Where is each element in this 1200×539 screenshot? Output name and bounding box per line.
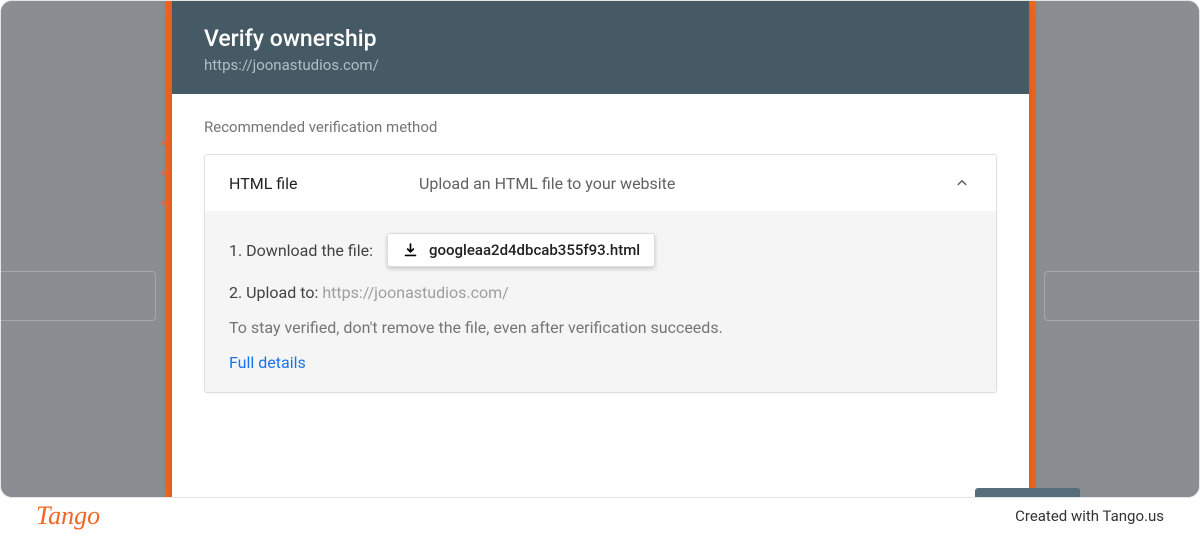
tango-footer: Tango Created with Tango.us xyxy=(0,498,1200,539)
step-2-row: 2. Upload to: https://joonastudios.com/ xyxy=(229,283,972,302)
download-file-name: googleaa2d4dbcab355f93.html xyxy=(429,241,640,259)
method-content: 1. Download the file: googleaa2d4dbcab35… xyxy=(205,211,996,392)
background-left xyxy=(1,1,165,497)
step-1-label: 1. Download the file: xyxy=(229,241,373,260)
upload-url: https://joonastudios.com/ xyxy=(322,283,508,302)
verify-ownership-dialog: Verify ownership https://joonastudios.co… xyxy=(172,1,1029,497)
dialog-body: Recommended verification method HTML fil… xyxy=(172,94,1029,417)
background-box-right xyxy=(1044,271,1199,321)
verification-note: To stay verified, don't remove the file,… xyxy=(229,318,972,337)
step-2-label: 2. Upload to: xyxy=(229,283,318,302)
background-right xyxy=(1035,1,1199,497)
method-description: Upload an HTML file to your website xyxy=(419,174,952,193)
method-title: HTML file xyxy=(229,174,419,193)
dialog-header: Verify ownership https://joonastudios.co… xyxy=(172,1,1029,94)
highlight-border-right xyxy=(1029,1,1036,497)
tango-logo: Tango xyxy=(36,501,100,531)
background-box-left xyxy=(1,271,156,321)
step-1-row: 1. Download the file: googleaa2d4dbcab35… xyxy=(229,233,972,267)
download-file-button[interactable]: googleaa2d4dbcab355f93.html xyxy=(387,233,655,267)
dialog-subtitle: https://joonastudios.com/ xyxy=(204,56,997,74)
footer-credit: Created with Tango.us xyxy=(1015,507,1164,525)
highlight-border-left xyxy=(165,1,172,497)
verify-button-partial[interactable] xyxy=(975,488,1080,497)
method-header[interactable]: HTML file Upload an HTML file to your we… xyxy=(205,155,996,211)
dialog-title: Verify ownership xyxy=(204,25,997,52)
method-card-html-file: HTML file Upload an HTML file to your we… xyxy=(204,154,997,393)
screenshot-frame: Verify ownership https://joonastudios.co… xyxy=(0,0,1200,498)
section-label: Recommended verification method xyxy=(204,118,997,136)
chevron-up-icon[interactable] xyxy=(952,173,972,193)
download-icon xyxy=(402,242,419,259)
full-details-link[interactable]: Full details xyxy=(229,353,972,372)
